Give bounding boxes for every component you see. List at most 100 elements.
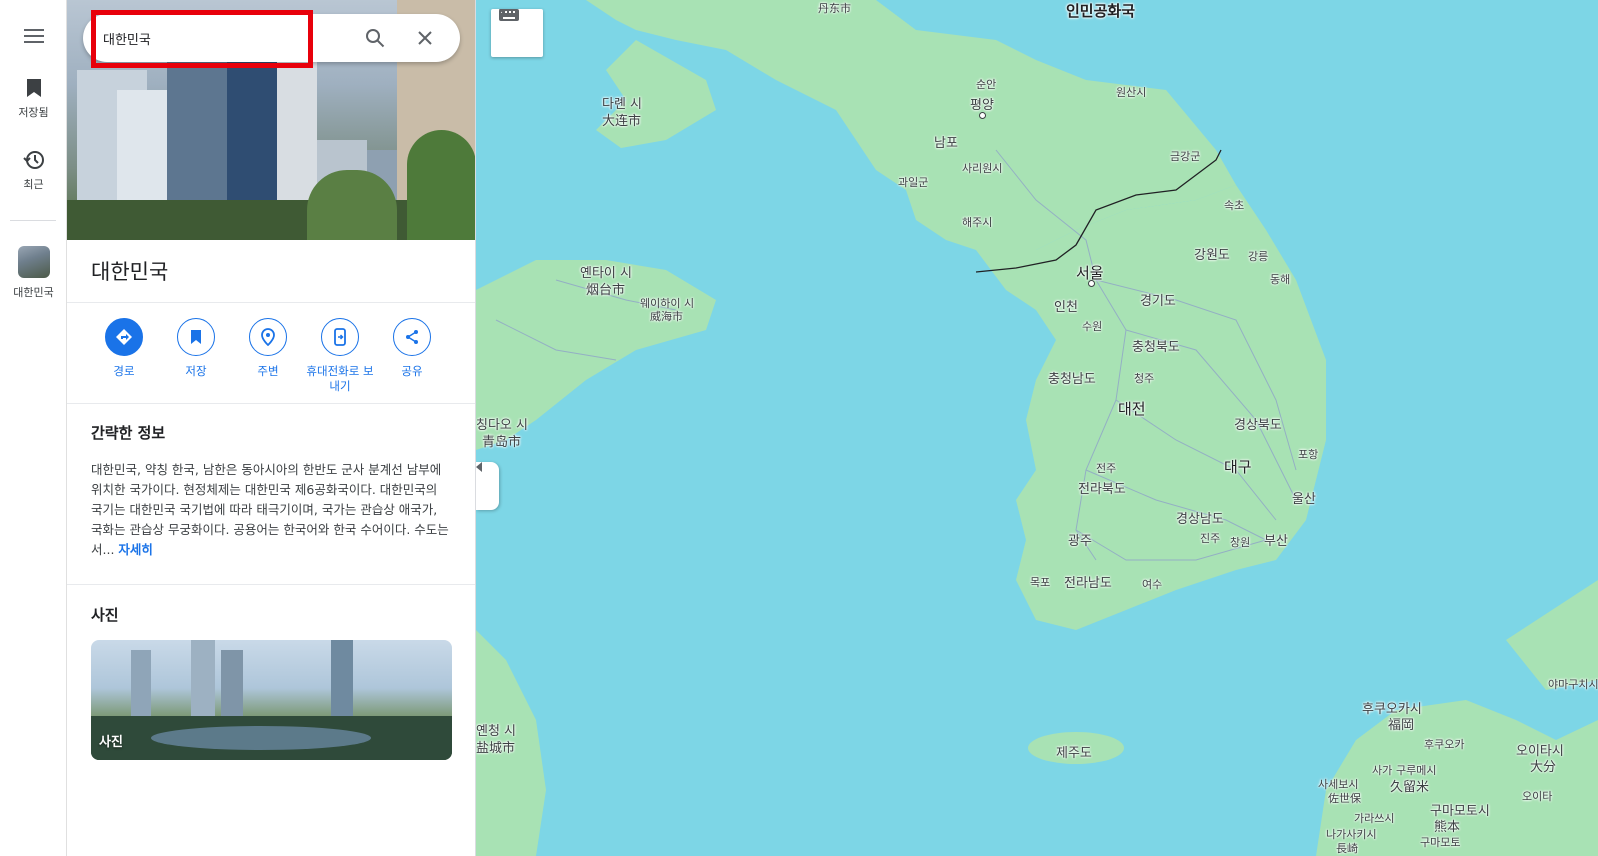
place-panel: 대한민국 경로 저장 주변 휴대전화로 보내기: [67, 0, 476, 856]
map-label: 광주: [1068, 534, 1092, 549]
map-label: 야마구치시: [1548, 678, 1598, 691]
saved-label: 저장됨: [18, 106, 49, 119]
map-label: 久留米: [1390, 780, 1430, 795]
map-label: 青岛市: [482, 435, 522, 450]
hamburger-menu-icon: [22, 24, 46, 48]
map-label: 여수: [1142, 578, 1163, 591]
share-label: 공유: [401, 364, 423, 378]
map-label: 전주: [1096, 462, 1117, 475]
map-label: 금강군: [1170, 150, 1201, 163]
history-icon: [22, 148, 46, 172]
map-label: 원산시: [1116, 86, 1147, 99]
action-row: 경로 저장 주변 휴대전화로 보내기 공유: [87, 318, 467, 398]
map-label: 남포: [934, 136, 958, 151]
map-label: 목포: [1030, 576, 1051, 589]
map-label: 丹东市: [818, 2, 851, 15]
map-label: 해주시: [962, 216, 993, 229]
map-label: 창원: [1230, 536, 1251, 549]
bookmark-icon: [177, 318, 215, 356]
map-label: 盐城市: [476, 741, 516, 756]
place-thumbnail: [17, 246, 50, 278]
photos-card-label: 사진: [99, 735, 123, 750]
map-label: 울산: [1292, 492, 1316, 507]
map-label: 경상북도: [1234, 418, 1282, 433]
map-label: 長崎: [1336, 842, 1358, 855]
map-label: 순안: [976, 78, 997, 91]
map-label: 강원도: [1194, 248, 1230, 263]
map-label: 제주도: [1056, 746, 1092, 761]
nearby-pin-icon: [249, 318, 287, 356]
send-to-phone-icon: [321, 318, 359, 356]
search-icon: [366, 29, 385, 48]
current-place-label: 대한민국: [13, 286, 54, 299]
search-input[interactable]: [99, 14, 329, 62]
map-label: 충청남도: [1048, 372, 1096, 387]
nearby-label: 주변: [257, 364, 279, 378]
more-link[interactable]: 자세히: [118, 542, 153, 557]
save-button[interactable]: 저장: [159, 318, 233, 379]
close-icon: [418, 31, 432, 45]
map-label: 부산: [1264, 534, 1288, 549]
map-label: 후쿠오카: [1424, 738, 1465, 751]
place-title: 대한민국: [91, 260, 169, 284]
directions-icon: [105, 318, 143, 356]
divider: [67, 302, 475, 303]
photos-card[interactable]: 사진: [91, 640, 452, 760]
divider: [67, 584, 475, 585]
map-label: 佐世保: [1328, 792, 1361, 805]
recent-button[interactable]: 최근: [0, 148, 67, 192]
map-label: 충청북도: [1132, 340, 1180, 355]
hero-photo[interactable]: [67, 0, 475, 240]
nearby-button[interactable]: 주변: [231, 318, 305, 379]
map-label: 대구: [1224, 458, 1252, 476]
map-label: 福岡: [1388, 718, 1415, 733]
map-label: 전라북도: [1078, 482, 1126, 497]
current-place-button[interactable]: 대한민국: [0, 246, 67, 300]
map-land-shapes: [476, 0, 1598, 856]
overview-description: 대한민국, 약칭 한국, 남한은 동아시아의 한반도 군사 분계선 남부에 위치…: [91, 460, 451, 560]
map-label: 구마모토: [1420, 836, 1461, 849]
map-label: 경상남도: [1176, 512, 1224, 527]
city-dot: [1088, 280, 1095, 287]
map-label: 인천: [1054, 300, 1078, 315]
map-label: 과일군: [898, 176, 929, 189]
map-label: 대전: [1118, 400, 1146, 418]
map-label: 강릉: [1248, 250, 1269, 263]
menu-button[interactable]: [0, 24, 67, 52]
left-rail: 저장됨 최근 대한민국: [0, 0, 67, 856]
map-label: 평양: [970, 98, 994, 113]
chevron-down-icon: [499, 9, 507, 14]
map-label: 인민공화국: [1066, 2, 1136, 20]
send-to-phone-label: 휴대전화로 보내기: [306, 364, 374, 393]
map-canvas[interactable]: 丹东市 인민공화국 다롄 시 大连市 옌타이 시 烟台市 웨이하이 시 威海市 …: [476, 0, 1598, 856]
chevron-left-icon: [476, 462, 482, 472]
collapse-panel-button[interactable]: [476, 462, 499, 510]
map-label: 威海市: [650, 310, 683, 323]
map-label: 大连市: [602, 114, 642, 129]
share-button[interactable]: 공유: [375, 318, 449, 379]
divider: [67, 403, 475, 404]
save-label: 저장: [185, 364, 207, 378]
city-dot: [979, 112, 986, 119]
map-label: 속초: [1224, 199, 1245, 212]
bookmark-icon: [22, 76, 46, 100]
directions-button[interactable]: 경로: [87, 318, 161, 379]
map-label: 大分: [1530, 760, 1557, 775]
map-label: 烟台市: [586, 283, 626, 298]
recent-label: 최근: [23, 178, 44, 191]
clear-search-button[interactable]: [413, 26, 437, 50]
search-button[interactable]: [363, 26, 387, 50]
directions-label: 경로: [113, 364, 135, 378]
map-label: 熊本: [1434, 820, 1461, 835]
map-label: 진주: [1200, 532, 1221, 545]
map-label: 사리원시: [962, 162, 1003, 175]
map-label: 경기도: [1140, 294, 1176, 309]
saved-button[interactable]: 저장됨: [0, 76, 67, 120]
input-tools-button[interactable]: [491, 9, 543, 57]
search-box[interactable]: [83, 10, 460, 68]
photos-heading: 사진: [91, 606, 119, 624]
rail-divider: [10, 220, 56, 221]
map-label: 전라남도: [1064, 576, 1112, 591]
send-to-phone-button[interactable]: 휴대전화로 보내기: [303, 318, 377, 394]
share-icon: [393, 318, 431, 356]
